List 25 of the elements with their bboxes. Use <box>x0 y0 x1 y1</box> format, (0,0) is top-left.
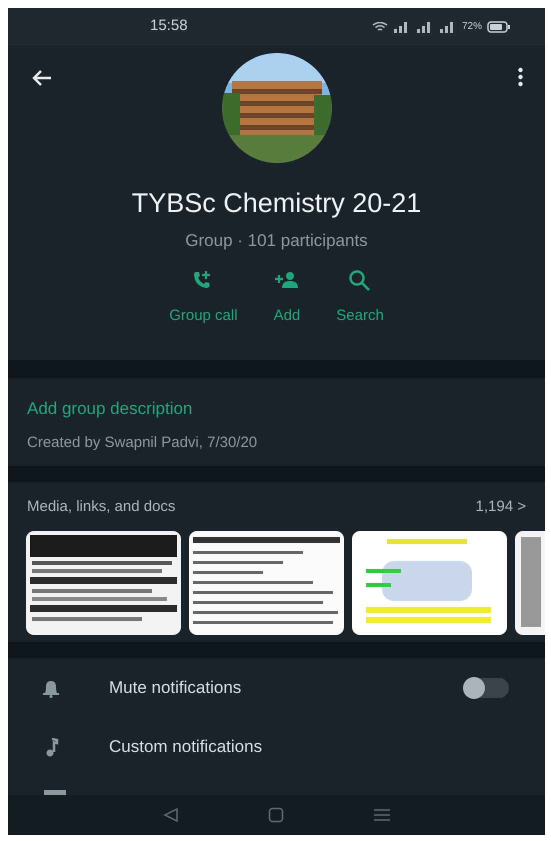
search-icon <box>348 269 372 291</box>
person-plus-icon <box>274 269 299 291</box>
back-nav-icon[interactable] <box>162 807 178 823</box>
created-by-text: Created by Swapnil Padvi, 7/30/20 <box>27 432 258 452</box>
setting-label: Mute notifications <box>109 676 242 699</box>
wifi-icon <box>372 22 388 32</box>
group-name: TYBSc Chemistry 20-21 <box>132 187 422 220</box>
back-arrow-icon[interactable] <box>32 69 52 87</box>
media-section-title: Media, links, and docs <box>27 497 176 517</box>
media-count-link[interactable]: 1,194 > <box>476 496 526 518</box>
home-nav-icon[interactable] <box>268 807 284 823</box>
status-time: 15:58 <box>150 16 188 36</box>
action-button[interactable]: Search <box>330 269 390 328</box>
setting-label: Custom notifications <box>109 736 262 758</box>
settings-row[interactable]: Custom notifications <box>8 717 545 776</box>
battery-percent: 72% <box>462 20 482 34</box>
more-options-icon[interactable] <box>518 67 523 87</box>
group-subtitle: Group · 101 participants <box>185 230 368 252</box>
action-button[interactable]: Add <box>268 269 306 328</box>
action-button[interactable]: Group call <box>163 269 244 328</box>
battery-icon <box>487 20 511 32</box>
menu-nav-icon[interactable] <box>372 808 390 822</box>
add-description-link[interactable]: Add group description <box>27 396 526 422</box>
settings-row[interactable]: Mute notifications <box>8 658 545 717</box>
toggle-switch[interactable] <box>463 678 509 698</box>
